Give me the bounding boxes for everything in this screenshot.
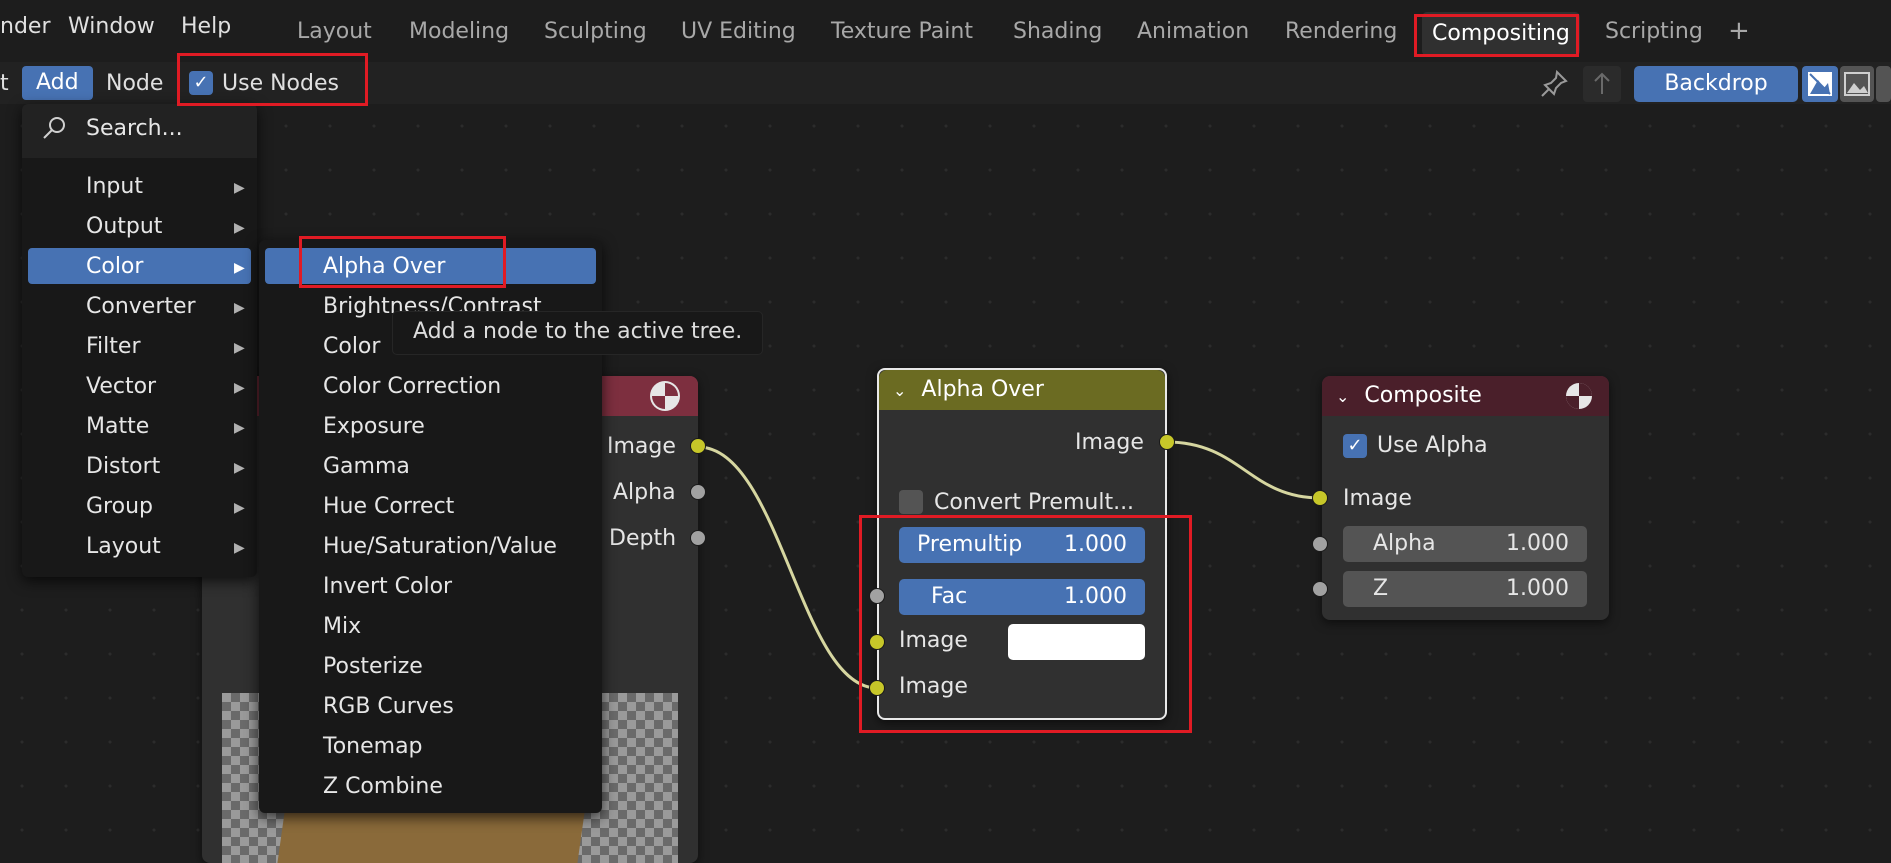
add-menu-item-matte[interactable]: Matte — [86, 414, 149, 439]
submenu-arrow-icon: ▶ — [234, 300, 245, 316]
alpha-over-output-socket[interactable] — [1159, 434, 1175, 450]
render-layers-image-socket[interactable] — [690, 438, 706, 454]
tab-rendering[interactable]: Rendering — [1285, 19, 1397, 44]
color-item-hue-saturation-value[interactable]: Hue/Saturation/Value — [323, 534, 557, 559]
add-menu-item-input[interactable]: Input — [86, 174, 143, 199]
collapse-chevron-icon[interactable]: ⌄ — [1336, 387, 1349, 406]
convert-premultiplied-checkbox[interactable] — [899, 490, 923, 514]
color-item-hue-correct[interactable]: Hue Correct — [323, 494, 454, 519]
header-select-menu[interactable]: t — [0, 71, 9, 96]
tab-shading[interactable]: Shading — [1013, 19, 1102, 44]
composite-image-label: Image — [1343, 486, 1412, 511]
annotation-alpha-over-item — [299, 236, 506, 288]
pin-icon[interactable] — [1535, 66, 1573, 102]
annotation-compositing-tab — [1414, 14, 1579, 57]
submenu-arrow-icon: ▶ — [234, 500, 245, 516]
backdrop-rgb-icon[interactable] — [1802, 66, 1838, 102]
add-workspace-icon[interactable]: + — [1728, 16, 1750, 46]
composite-z-field-value: 1.000 — [1506, 576, 1569, 601]
annotation-alpha-over-inputs — [859, 515, 1192, 733]
color-item-invert-color[interactable]: Invert Color — [323, 574, 452, 599]
composite-node-title: Composite — [1364, 383, 1482, 408]
backdrop-toggle-button[interactable]: Backdrop — [1634, 66, 1798, 102]
menu-window[interactable]: Window — [68, 14, 155, 39]
add-menu-item-distort[interactable]: Distort — [86, 454, 160, 479]
submenu-arrow-icon: ▶ — [234, 220, 245, 236]
color-item-rgb-curves[interactable]: RGB Curves — [323, 694, 454, 719]
add-menu-item-filter[interactable]: Filter — [86, 334, 140, 359]
submenu-arrow-icon: ▶ — [234, 340, 245, 356]
tab-layout[interactable]: Layout — [297, 19, 372, 44]
render-layers-output-alpha: Alpha — [613, 480, 676, 505]
use-alpha-checkbox[interactable]: ✓ — [1343, 434, 1367, 458]
add-menu-button[interactable]: Add — [22, 66, 93, 100]
tab-texture-paint[interactable]: Texture Paint — [831, 19, 973, 44]
submenu-arrow-icon: ▶ — [234, 420, 245, 436]
link-renderlayers-to-alphaover — [697, 445, 878, 690]
submenu-arrow-icon: ▶ — [234, 540, 245, 556]
backdrop-alpha-icon[interactable] — [1876, 66, 1891, 102]
composite-image-socket[interactable] — [1312, 490, 1328, 506]
render-layers-alpha-socket[interactable] — [690, 484, 706, 500]
tab-scripting[interactable]: Scripting — [1605, 19, 1703, 44]
color-item-color[interactable]: Color — [323, 334, 380, 359]
color-item-posterize[interactable]: Posterize — [323, 654, 423, 679]
composite-z-socket[interactable] — [1312, 581, 1328, 597]
add-menu-item-vector[interactable]: Vector — [86, 374, 156, 399]
render-layers-output-depth: Depth — [609, 526, 677, 551]
add-menu-item-converter[interactable]: Converter — [86, 294, 196, 319]
composite-alpha-field-value: 1.000 — [1506, 531, 1569, 556]
color-item-z-combine[interactable]: Z Combine — [323, 774, 443, 799]
add-menu-item-color[interactable]: Color — [86, 254, 143, 279]
submenu-arrow-icon: ▶ — [234, 460, 245, 476]
menu-render[interactable]: nder — [0, 14, 51, 39]
parent-node-tree-icon[interactable] — [1583, 66, 1621, 102]
add-menu-item-output[interactable]: Output — [86, 214, 162, 239]
menu-help[interactable]: Help — [181, 14, 231, 39]
render-icon — [1564, 381, 1594, 411]
submenu-arrow-icon: ▶ — [234, 380, 245, 396]
tab-animation[interactable]: Animation — [1137, 19, 1249, 44]
render-layers-depth-socket[interactable] — [690, 530, 706, 546]
tab-uv-editing[interactable]: UV Editing — [681, 19, 796, 44]
use-alpha-label: Use Alpha — [1377, 433, 1488, 458]
convert-premultiplied-label: Convert Premult... — [934, 490, 1135, 515]
add-node-tooltip: Add a node to the active tree. — [392, 311, 764, 355]
alpha-over-node-header[interactable]: ⌄ Alpha Over — [879, 370, 1165, 410]
color-item-mix[interactable]: Mix — [323, 614, 361, 639]
composite-z-field-label: Z — [1373, 576, 1389, 601]
tab-sculpting[interactable]: Sculpting — [544, 19, 647, 44]
composite-alpha-socket[interactable] — [1312, 536, 1328, 552]
node-menu-button[interactable]: Node — [106, 71, 163, 96]
backdrop-image-icon[interactable] — [1840, 66, 1874, 102]
collapse-chevron-icon[interactable]: ⌄ — [893, 381, 906, 400]
submenu-arrow-icon: ▶ — [234, 260, 245, 276]
composite-alpha-field[interactable]: Alpha 1.000 — [1343, 526, 1587, 562]
alpha-over-node-title: Alpha Over — [921, 377, 1044, 402]
search-icon — [40, 114, 68, 142]
render-icon — [650, 381, 680, 411]
color-item-color-correction[interactable]: Color Correction — [323, 374, 501, 399]
composite-alpha-field-label: Alpha — [1373, 531, 1436, 556]
submenu-arrow-icon: ▶ — [234, 180, 245, 196]
render-layers-output-image: Image — [607, 434, 676, 459]
annotation-use-nodes — [177, 53, 368, 106]
alpha-over-output-label: Image — [1075, 430, 1144, 455]
add-menu-item-layout[interactable]: Layout — [86, 534, 161, 559]
link-alphaover-to-composite — [1166, 440, 1321, 500]
add-menu-item-group[interactable]: Group — [86, 494, 153, 519]
color-item-tonemap[interactable]: Tonemap — [323, 734, 423, 759]
color-item-exposure[interactable]: Exposure — [323, 414, 425, 439]
tab-modeling[interactable]: Modeling — [409, 19, 509, 44]
add-menu-search-label: Search... — [86, 116, 183, 141]
composite-z-field[interactable]: Z 1.000 — [1343, 571, 1587, 607]
color-item-gamma[interactable]: Gamma — [323, 454, 410, 479]
